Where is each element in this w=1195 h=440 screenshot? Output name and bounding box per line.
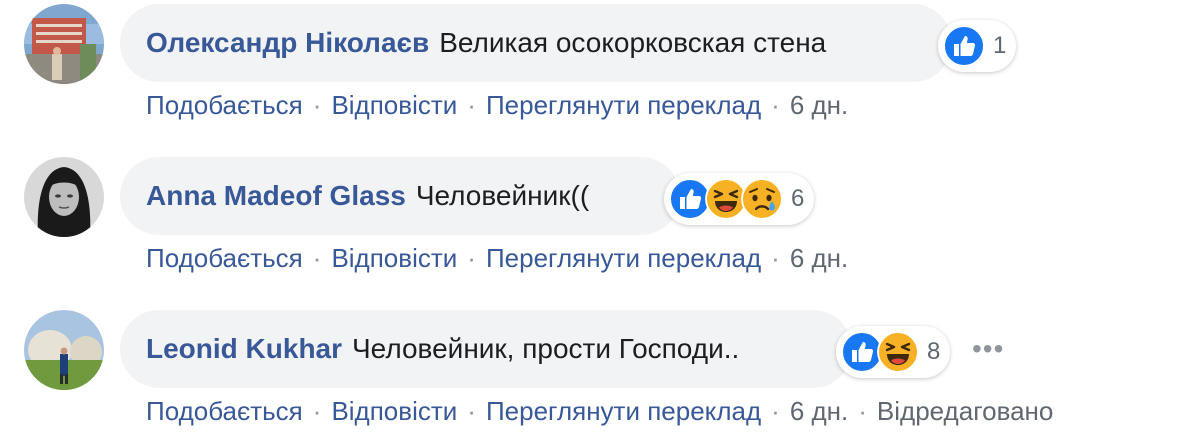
edited-label[interactable]: Відредаговано <box>877 396 1053 427</box>
see-translation-link[interactable]: Переглянути переклад <box>486 396 761 427</box>
separator: · <box>467 90 476 120</box>
sad-reaction-icon <box>741 178 783 220</box>
comment-text: Человейник, прости Господи.. <box>352 333 740 364</box>
comment-bubble: Олександр Ніколаєв Великая осокорковская… <box>120 4 952 82</box>
comment-actions: Подобається · Відповісти · Переглянути п… <box>146 396 1053 427</box>
reply-link[interactable]: Відповісти <box>331 243 457 274</box>
comment-text: Человейник(( <box>415 180 590 211</box>
reaction-count: 1 <box>993 32 1007 59</box>
author-name[interactable]: Олександр Ніколаєв <box>146 27 429 59</box>
comment-bubble: Leonid Kukhar Человейник, прости Господи… <box>120 310 852 388</box>
timestamp[interactable]: 6 дн. <box>790 396 848 427</box>
reaction-count: 8 <box>927 338 941 365</box>
avatar[interactable] <box>24 4 104 84</box>
separator: · <box>467 396 476 426</box>
separator: · <box>858 396 867 426</box>
like-link[interactable]: Подобається <box>146 243 303 274</box>
separator: · <box>467 243 476 273</box>
timestamp[interactable]: 6 дн. <box>790 90 848 121</box>
reactions-summary[interactable]: 1 <box>938 20 1017 72</box>
separator: · <box>771 243 780 273</box>
separator: · <box>771 396 780 426</box>
separator: · <box>312 396 322 426</box>
separator: · <box>312 243 322 273</box>
see-translation-link[interactable]: Переглянути переклад <box>486 243 761 274</box>
see-translation-link[interactable]: Переглянути переклад <box>486 90 761 121</box>
like-link[interactable]: Подобається <box>146 90 303 121</box>
haha-reaction-icon <box>877 331 919 373</box>
reactions-summary[interactable]: 8 <box>836 326 951 378</box>
reply-link[interactable]: Відповісти <box>331 90 457 121</box>
like-reaction-icon <box>943 25 985 67</box>
author-name[interactable]: Anna Madeof Glass <box>146 180 406 212</box>
separator: · <box>771 90 780 120</box>
author-name[interactable]: Leonid Kukhar <box>146 333 342 365</box>
separator: · <box>312 90 322 120</box>
reply-link[interactable]: Відповісти <box>331 396 457 427</box>
timestamp[interactable]: 6 дн. <box>790 243 848 274</box>
reactions-summary[interactable]: 6 <box>664 173 815 225</box>
comment-bubble: Anna Madeof Glass Человейник(( <box>120 157 680 235</box>
avatar[interactable] <box>24 310 104 390</box>
comment-actions: Подобається · Відповісти · Переглянути п… <box>146 243 848 274</box>
more-options-icon[interactable]: ••• <box>972 335 1004 363</box>
avatar[interactable] <box>24 157 104 237</box>
reaction-count: 6 <box>791 185 805 212</box>
comment-actions: Подобається · Відповісти · Переглянути п… <box>146 90 848 121</box>
like-link[interactable]: Подобається <box>146 396 303 427</box>
comment-text: Великая осокорковская стена <box>439 27 827 58</box>
